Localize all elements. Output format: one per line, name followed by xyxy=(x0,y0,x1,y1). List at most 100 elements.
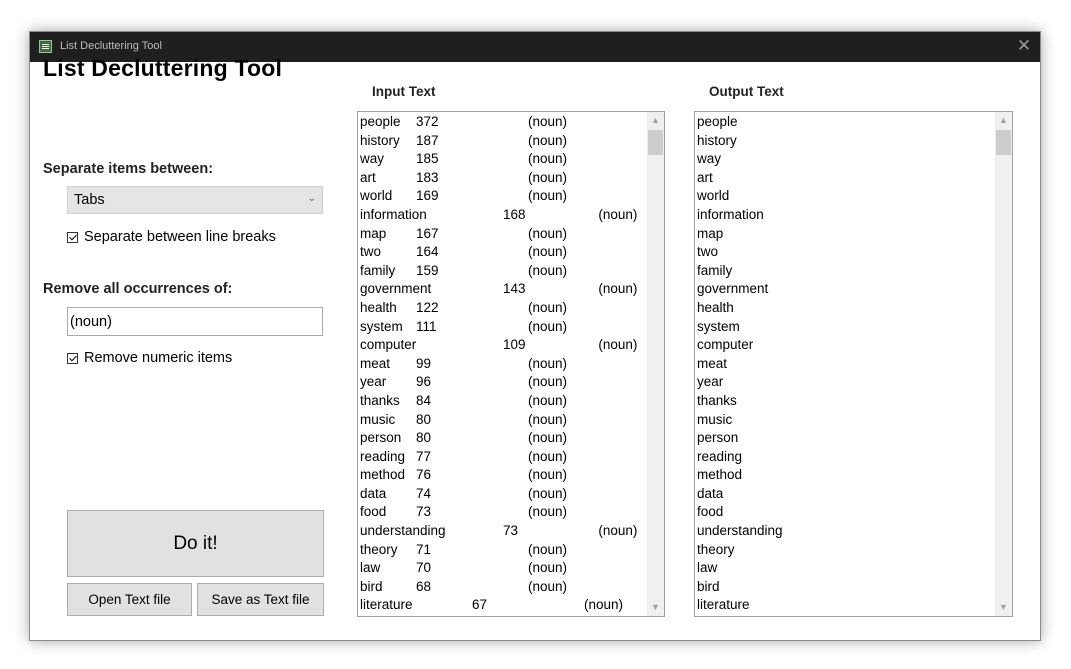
input-cell: 109 xyxy=(503,337,526,353)
input-line: information 168 (noun) xyxy=(360,206,646,225)
scroll-up-arrow-icon[interactable]: ▲ xyxy=(995,112,1012,129)
input-cell: (noun) xyxy=(528,430,568,446)
input-line: literature 67 (noun) xyxy=(360,596,646,615)
input-cell: 73 xyxy=(416,504,432,520)
input-cell: 80 xyxy=(416,411,432,427)
input-line: data 74 (noun) xyxy=(360,485,646,504)
output-line: map xyxy=(697,225,724,241)
input-cell: person xyxy=(360,430,402,446)
input-cell: art xyxy=(360,169,376,185)
input-lines: people 372 (noun) history 187 (noun) way 185 (no… xyxy=(360,113,646,615)
input-cell xyxy=(472,355,528,374)
input-cell: 111 xyxy=(416,318,437,334)
output-line: history xyxy=(697,132,737,148)
input-cell: computer xyxy=(360,337,417,353)
input-cell: history xyxy=(360,132,400,148)
output-line: thanks xyxy=(697,392,737,408)
input-scrollbar[interactable]: ▲ ▼ xyxy=(647,112,664,616)
output-line: meat xyxy=(697,355,728,371)
input-cell: theory xyxy=(360,541,398,557)
output-line: music xyxy=(697,411,733,427)
input-cell: people xyxy=(360,114,401,129)
input-cell xyxy=(472,243,528,262)
remove-numeric-label: Remove numeric items xyxy=(84,350,233,366)
open-text-file-button[interactable]: Open Text file xyxy=(67,583,192,616)
input-cell xyxy=(455,280,503,299)
input-line: year 96 (noun) xyxy=(360,373,646,392)
input-cell xyxy=(472,318,528,337)
input-textarea[interactable]: people 372 (noun) history 187 (noun) way 185 (no… xyxy=(357,111,665,617)
output-line: data xyxy=(697,485,724,501)
input-cell: (noun) xyxy=(528,504,568,520)
input-cell: understanding xyxy=(360,523,446,539)
list-app-icon xyxy=(39,40,52,53)
input-cell: thanks xyxy=(360,392,400,408)
input-cell: 187 xyxy=(416,132,439,148)
scroll-thumb[interactable] xyxy=(996,130,1011,155)
input-cell xyxy=(472,113,528,132)
output-line: world xyxy=(697,188,730,204)
input-cell xyxy=(472,169,528,188)
input-cell xyxy=(472,466,528,485)
input-cell: 168 xyxy=(503,206,526,222)
remove-numeric-checkbox[interactable]: Remove numeric items xyxy=(67,350,232,366)
input-cell xyxy=(472,262,528,281)
checkbox-checked-icon xyxy=(67,231,78,243)
input-line: thanks 84 (noun) xyxy=(360,392,646,411)
input-cell: (noun) xyxy=(528,299,568,315)
output-textarea[interactable]: people history way art world information map tw… xyxy=(694,111,1013,617)
output-text-header: Output Text xyxy=(709,84,784,99)
scroll-thumb[interactable] xyxy=(648,130,663,155)
scroll-down-arrow-icon[interactable]: ▼ xyxy=(995,599,1012,616)
do-it-button[interactable]: Do it! xyxy=(67,510,324,577)
input-cell: 67 xyxy=(472,597,488,613)
input-cell: world xyxy=(360,188,393,204)
output-line: understanding xyxy=(697,523,783,539)
input-cell xyxy=(472,503,528,522)
input-cell xyxy=(551,280,599,299)
input-cell xyxy=(472,541,528,560)
scroll-down-arrow-icon[interactable]: ▼ xyxy=(647,599,664,616)
input-cell: (noun) xyxy=(528,467,568,483)
input-cell: 84 xyxy=(416,392,432,408)
window-title: List Decluttering Tool xyxy=(60,40,162,52)
input-cell: (noun) xyxy=(528,114,568,129)
input-cell: (noun) xyxy=(528,392,568,408)
input-cell: 80 xyxy=(416,430,432,446)
separator-dropdown[interactable]: Tabs ⌄ xyxy=(67,186,323,214)
input-cell: data xyxy=(360,485,387,501)
output-scrollbar[interactable]: ▲ ▼ xyxy=(995,112,1012,616)
input-cell: (noun) xyxy=(528,188,568,204)
input-cell: (noun) xyxy=(528,374,568,390)
input-line: reading 77 (noun) xyxy=(360,448,646,467)
input-line: computer 109 (noun) xyxy=(360,336,646,355)
output-line: food xyxy=(697,504,724,520)
input-cell: (noun) xyxy=(528,560,568,576)
input-cell xyxy=(528,596,584,615)
input-cell: bird xyxy=(360,578,383,594)
save-text-file-button[interactable]: Save as Text file xyxy=(197,583,324,616)
input-line: food 73 (noun) xyxy=(360,503,646,522)
input-line: world 169 (noun) xyxy=(360,187,646,206)
output-line: year xyxy=(697,374,724,390)
separator-dropdown-value: Tabs xyxy=(74,192,105,208)
input-line: law 70 (noun) xyxy=(360,559,646,578)
input-cell: 77 xyxy=(416,448,432,464)
remove-occurrences-input[interactable] xyxy=(67,307,323,336)
input-cell xyxy=(472,132,528,151)
input-cell xyxy=(472,187,528,206)
input-cell: 164 xyxy=(416,244,439,260)
input-cell: (noun) xyxy=(584,597,624,613)
input-cell: reading xyxy=(360,448,406,464)
page-title: List Decluttering Tool xyxy=(43,55,283,81)
checkbox-checked-icon xyxy=(67,352,78,364)
input-cell xyxy=(472,578,528,597)
input-cell: family xyxy=(360,262,396,278)
close-icon[interactable]: ✕ xyxy=(1014,35,1034,57)
input-cell: law xyxy=(360,560,381,576)
input-line: family 159 (noun) xyxy=(360,262,646,281)
scroll-up-arrow-icon[interactable]: ▲ xyxy=(647,112,664,129)
line-breaks-checkbox[interactable]: Separate between line breaks xyxy=(67,229,276,245)
input-cell: 185 xyxy=(416,151,439,167)
input-line: two 164 (noun) xyxy=(360,243,646,262)
